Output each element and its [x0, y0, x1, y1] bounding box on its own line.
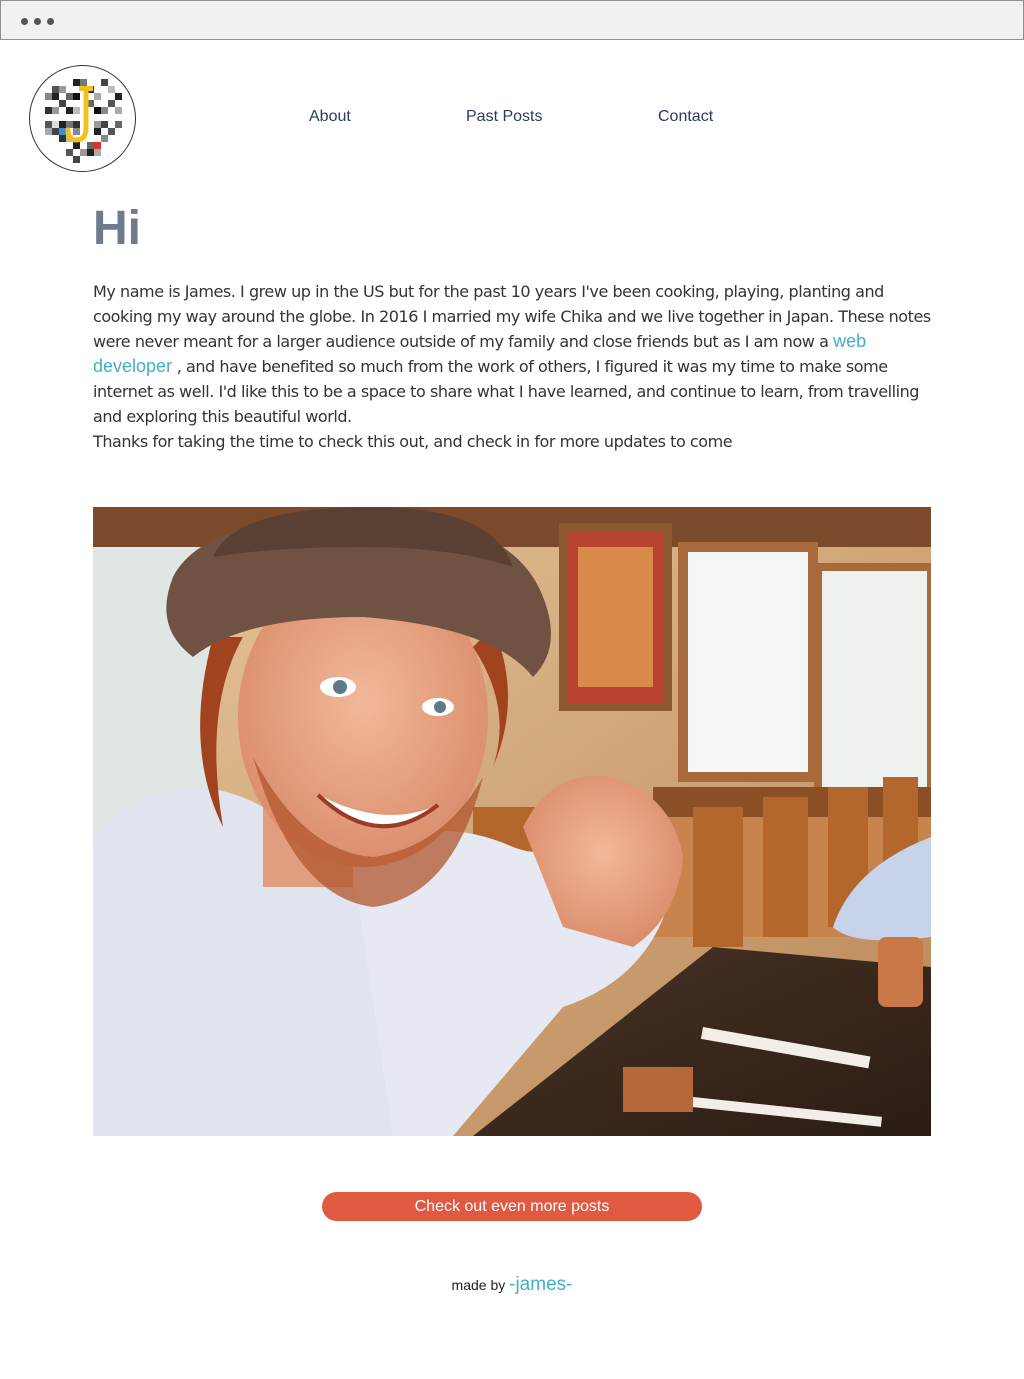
author-photo-illustration [93, 507, 931, 1136]
intro-text-end: , and have benefited so much from the wo… [93, 357, 920, 426]
footer: made by -james- [0, 1274, 1024, 1296]
more-posts-button[interactable]: Check out even more posts [322, 1192, 702, 1221]
main-nav: About Past Posts Contact [0, 108, 1024, 130]
browser-chrome [0, 0, 1024, 40]
intro-paragraph: My name is James. I grew up in the US bu… [93, 279, 933, 429]
page-title: Hi [93, 202, 141, 255]
footer-made-by: made by [451, 1277, 506, 1293]
nav-link-past-posts[interactable]: Past Posts [466, 108, 542, 126]
intro-text-start: My name is James. I grew up in the US bu… [93, 282, 931, 351]
dot-icon [34, 18, 41, 25]
nav-link-contact[interactable]: Contact [658, 108, 713, 126]
footer-author-link[interactable]: -james- [509, 1274, 572, 1295]
dot-icon [47, 18, 54, 25]
nav-link-about[interactable]: About [309, 108, 351, 126]
thanks-paragraph: Thanks for taking the time to check this… [93, 432, 733, 451]
three-dots-icon [21, 18, 54, 25]
dot-icon [21, 18, 28, 25]
author-photo [93, 507, 931, 1136]
